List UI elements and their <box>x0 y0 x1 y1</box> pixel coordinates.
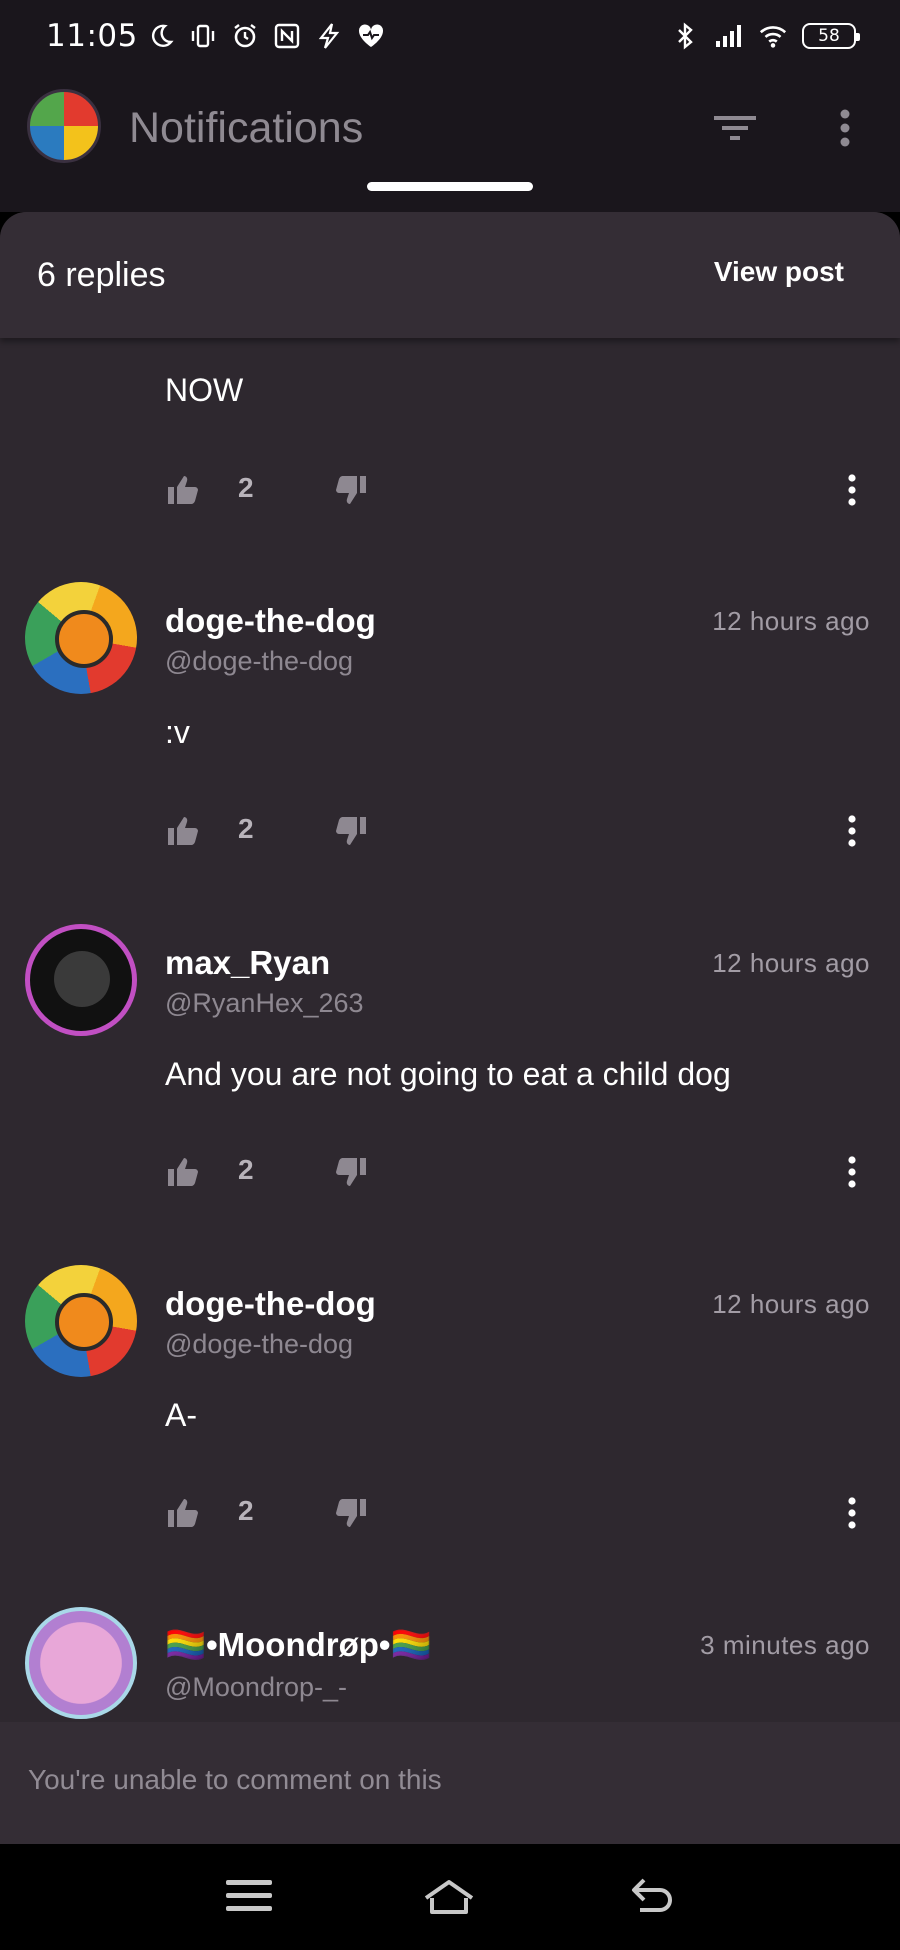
more-vert-icon[interactable] <box>828 106 862 150</box>
comment-time: 12 hours ago <box>712 1289 870 1319</box>
like-count: 2 <box>238 1495 254 1526</box>
comment-time: 12 hours ago <box>712 948 870 978</box>
replies-count: 6 replies <box>37 256 166 294</box>
signal-icon <box>714 21 744 51</box>
comment-more-icon[interactable] <box>842 811 862 851</box>
comment-actions: 2 <box>166 1493 866 1533</box>
bluetooth-icon <box>670 21 700 51</box>
replies-sheet: 6 replies View post NOW 2 doge-the-dog @… <box>0 212 900 1722</box>
comment-text: :v <box>165 714 190 750</box>
view-post-button[interactable]: View post <box>714 256 844 288</box>
vibrate-icon <box>188 21 218 51</box>
comment-time: 3 minutes ago <box>700 1630 870 1660</box>
comment-username[interactable]: max_Ryan <box>165 944 330 982</box>
flash-icon <box>314 21 344 51</box>
sheet-drag-handle[interactable] <box>367 182 533 191</box>
comment-text: NOW <box>165 372 244 408</box>
home-icon[interactable] <box>422 1874 476 1918</box>
comment-disabled-bar: You're unable to comment on this <box>0 1722 900 1844</box>
thumbs-down-icon[interactable] <box>334 1156 368 1188</box>
battery-icon: 58 <box>802 23 860 49</box>
filter-icon[interactable] <box>712 108 758 148</box>
thumbs-up-icon[interactable] <box>166 474 200 506</box>
comment-text: A- <box>165 1397 197 1433</box>
comment-more-icon[interactable] <box>842 1493 862 1533</box>
nfc-icon <box>272 21 302 51</box>
like-count: 2 <box>238 813 254 844</box>
status-icons-right: 58 <box>670 21 860 51</box>
comment-actions: 2 <box>166 1152 866 1192</box>
comment-disabled-notice: You're unable to comment on this <box>28 1764 442 1795</box>
comment-username[interactable]: doge-the-dog <box>165 602 376 640</box>
comment-username[interactable]: 🏳️‍🌈•Moondrøp•🏳️‍🌈 <box>165 1626 432 1665</box>
comment-actions: 2 <box>166 470 866 510</box>
wifi-icon <box>758 21 788 51</box>
comment-more-icon[interactable] <box>842 1152 862 1192</box>
like-count: 2 <box>238 1154 254 1185</box>
menu-icon[interactable] <box>222 1874 276 1918</box>
thumbs-up-icon[interactable] <box>166 815 200 847</box>
thumbs-down-icon[interactable] <box>334 1497 368 1529</box>
heart-icon <box>356 21 386 51</box>
thumbs-up-icon[interactable] <box>166 1156 200 1188</box>
app-bar: Notifications <box>0 72 900 212</box>
comment-handle: @Moondrop-_- <box>165 1672 347 1702</box>
status-bar: 11:05 58 <box>0 0 900 72</box>
comment-handle: @doge-the-dog <box>165 1329 354 1359</box>
back-icon[interactable] <box>626 1874 680 1918</box>
avatar[interactable] <box>25 1607 137 1719</box>
comment-text: And you are not going to eat a child dog <box>165 1056 731 1092</box>
comment-handle: @RyanHex_263 <box>165 988 364 1018</box>
status-time: 11:05 <box>46 18 138 54</box>
alarm-icon <box>230 21 260 51</box>
avatar[interactable] <box>27 89 101 163</box>
moon-icon <box>146 21 176 51</box>
avatar[interactable] <box>25 1265 137 1377</box>
thumbs-down-icon[interactable] <box>334 815 368 847</box>
comment-handle: @doge-the-dog <box>165 646 354 676</box>
comment-more-icon[interactable] <box>842 470 862 510</box>
comment-time: 12 hours ago <box>712 606 870 636</box>
comment-username[interactable]: doge-the-dog <box>165 1285 376 1323</box>
thumbs-down-icon[interactable] <box>334 474 368 506</box>
like-count: 2 <box>238 472 254 503</box>
comment-actions: 2 <box>166 811 866 851</box>
page-title: Notifications <box>129 104 364 152</box>
sheet-header: 6 replies View post <box>0 212 900 338</box>
thumbs-up-icon[interactable] <box>166 1497 200 1529</box>
avatar[interactable] <box>25 582 137 694</box>
avatar[interactable] <box>25 924 137 1036</box>
navigation-bar <box>0 1844 900 1950</box>
status-icons-left <box>146 21 386 51</box>
